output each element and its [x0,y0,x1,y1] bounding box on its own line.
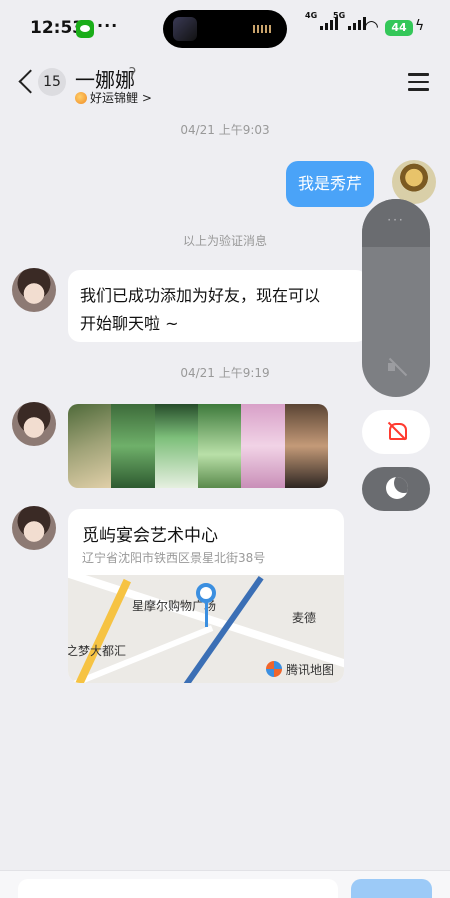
wifi-icon: ◠ [364,17,379,37]
map-label: 麦德 [292,611,317,625]
focus-mode-toggle[interactable] [362,467,430,511]
contact-avatar[interactable] [12,506,56,550]
incoming-image-message[interactable] [68,404,328,488]
outgoing-message[interactable]: 我是秀芹 [286,161,375,207]
menu-icon[interactable] [408,73,429,91]
tencent-map-logo-icon [266,661,282,677]
audio-wave-icon [253,25,273,33]
location-address: 辽宁省沈阳市铁西区景星北街38号 [82,551,266,565]
location-pin-icon [196,583,216,629]
message-input[interactable] [18,879,338,898]
volume-handle[interactable]: ··· [362,213,430,227]
koi-icon [75,91,87,104]
contact-subtitle[interactable]: 好运锦鲤 > [75,89,152,106]
message-line: 我们已成功添加为好友，现在可以 [80,286,321,305]
input-bar [0,870,450,898]
moon-icon [386,477,408,499]
earpiece-icon: ʔ [129,66,137,82]
dynamic-island[interactable] [163,10,287,48]
chat-header: 15 一娜娜 ʔ 好运锦鲤 > [0,58,450,110]
contact-avatar[interactable] [12,268,56,312]
message-timestamp: 04/21 上午9:03 [180,123,270,137]
contact-avatar[interactable] [12,402,56,446]
more-icon: ··· [97,16,119,35]
subtitle-label: 好运锦鲤 > [90,91,152,105]
charging-icon: ϟ [415,18,425,34]
message-line: 开始聊天啦 ~ [80,314,179,333]
signal-5g-icon: 5G [333,11,367,30]
status-bar: 12:53 ··· 4G 5G ◠ 44 ϟ [0,0,450,58]
location-message-card[interactable]: 觅屿宴会艺术中心 辽宁省沈阳市铁西区景星北街38号 星摩尔购物广场 麦德 之梦大… [68,509,344,683]
speaker-muted-icon [386,357,408,377]
map-preview[interactable]: 星摩尔购物广场 麦德 之梦大都汇 腾讯地图 [68,575,344,683]
map-provider-label: 腾讯地图 [286,663,335,677]
wechat-icon [76,20,94,38]
map-label: 之梦大都汇 [68,644,127,658]
volume-slider[interactable]: ··· [362,199,430,397]
self-avatar[interactable] [392,160,436,204]
location-title: 觅屿宴会艺术中心 [82,526,218,546]
unread-badge[interactable]: 15 [38,68,66,96]
back-icon[interactable] [17,68,35,94]
battery-icon: 44 [385,20,413,36]
now-playing-thumb-icon [173,17,197,41]
incoming-message[interactable]: 我们已成功添加为好友，现在可以 开始聊天啦 ~ [68,270,368,342]
silent-mode-toggle[interactable] [362,410,430,454]
bell-slash-icon [385,420,407,442]
send-button[interactable] [351,879,432,898]
